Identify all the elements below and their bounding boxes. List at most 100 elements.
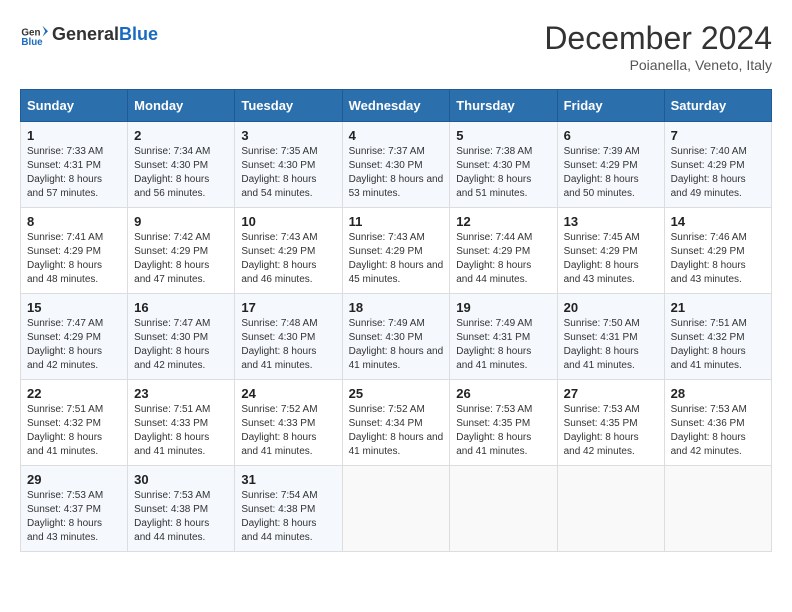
calendar-cell: 19 Sunrise: 7:49 AM Sunset: 4:31 PM Dayl…	[450, 294, 557, 380]
day-info: Sunrise: 7:50 AM Sunset: 4:31 PM Dayligh…	[564, 317, 658, 373]
calendar-cell: 23 Sunrise: 7:51 AM Sunset: 4:33 PM Dayl…	[128, 380, 235, 466]
day-number: 9	[134, 214, 228, 229]
day-info: Sunrise: 7:43 AM Sunset: 4:29 PM Dayligh…	[241, 231, 335, 287]
calendar-cell: 12 Sunrise: 7:44 AM Sunset: 4:29 PM Dayl…	[450, 208, 557, 294]
day-number: 10	[241, 214, 335, 229]
calendar-cell: 8 Sunrise: 7:41 AM Sunset: 4:29 PM Dayli…	[21, 208, 128, 294]
day-info: Sunrise: 7:35 AM Sunset: 4:30 PM Dayligh…	[241, 145, 335, 201]
title-block: December 2024 Poianella, Veneto, Italy	[544, 20, 772, 73]
day-number: 6	[564, 128, 658, 143]
day-number: 24	[241, 386, 335, 401]
day-number: 26	[456, 386, 550, 401]
logo-icon: Gen Blue	[20, 20, 48, 48]
calendar-cell: 11 Sunrise: 7:43 AM Sunset: 4:29 PM Dayl…	[342, 208, 450, 294]
day-number: 4	[349, 128, 444, 143]
day-info: Sunrise: 7:47 AM Sunset: 4:30 PM Dayligh…	[134, 317, 228, 373]
calendar-row: 29 Sunrise: 7:53 AM Sunset: 4:37 PM Dayl…	[21, 466, 772, 552]
header-monday: Monday	[128, 90, 235, 122]
day-info: Sunrise: 7:46 AM Sunset: 4:29 PM Dayligh…	[671, 231, 765, 287]
calendar-row: 15 Sunrise: 7:47 AM Sunset: 4:29 PM Dayl…	[21, 294, 772, 380]
calendar-cell: 5 Sunrise: 7:38 AM Sunset: 4:30 PM Dayli…	[450, 122, 557, 208]
day-info: Sunrise: 7:49 AM Sunset: 4:31 PM Dayligh…	[456, 317, 550, 373]
header-tuesday: Tuesday	[235, 90, 342, 122]
day-info: Sunrise: 7:38 AM Sunset: 4:30 PM Dayligh…	[456, 145, 550, 201]
calendar-cell: 24 Sunrise: 7:52 AM Sunset: 4:33 PM Dayl…	[235, 380, 342, 466]
day-number: 22	[27, 386, 121, 401]
day-info: Sunrise: 7:51 AM Sunset: 4:33 PM Dayligh…	[134, 403, 228, 459]
calendar-cell: 28 Sunrise: 7:53 AM Sunset: 4:36 PM Dayl…	[664, 380, 771, 466]
day-info: Sunrise: 7:37 AM Sunset: 4:30 PM Dayligh…	[349, 145, 444, 201]
day-number: 18	[349, 300, 444, 315]
day-info: Sunrise: 7:45 AM Sunset: 4:29 PM Dayligh…	[564, 231, 658, 287]
day-number: 7	[671, 128, 765, 143]
day-info: Sunrise: 7:43 AM Sunset: 4:29 PM Dayligh…	[349, 231, 444, 287]
calendar-cell: 13 Sunrise: 7:45 AM Sunset: 4:29 PM Dayl…	[557, 208, 664, 294]
calendar-cell: 30 Sunrise: 7:53 AM Sunset: 4:38 PM Dayl…	[128, 466, 235, 552]
weekday-header-row: Sunday Monday Tuesday Wednesday Thursday…	[21, 90, 772, 122]
day-info: Sunrise: 7:52 AM Sunset: 4:33 PM Dayligh…	[241, 403, 335, 459]
day-info: Sunrise: 7:52 AM Sunset: 4:34 PM Dayligh…	[349, 403, 444, 459]
header-saturday: Saturday	[664, 90, 771, 122]
month-title: December 2024	[544, 20, 772, 57]
day-number: 2	[134, 128, 228, 143]
header-friday: Friday	[557, 90, 664, 122]
day-number: 8	[27, 214, 121, 229]
calendar-cell: 6 Sunrise: 7:39 AM Sunset: 4:29 PM Dayli…	[557, 122, 664, 208]
day-number: 28	[671, 386, 765, 401]
calendar-cell: 20 Sunrise: 7:50 AM Sunset: 4:31 PM Dayl…	[557, 294, 664, 380]
day-number: 17	[241, 300, 335, 315]
day-number: 5	[456, 128, 550, 143]
day-number: 14	[671, 214, 765, 229]
day-info: Sunrise: 7:53 AM Sunset: 4:35 PM Dayligh…	[564, 403, 658, 459]
day-number: 23	[134, 386, 228, 401]
calendar-cell: 17 Sunrise: 7:48 AM Sunset: 4:30 PM Dayl…	[235, 294, 342, 380]
calendar-cell: 4 Sunrise: 7:37 AM Sunset: 4:30 PM Dayli…	[342, 122, 450, 208]
day-number: 12	[456, 214, 550, 229]
day-info: Sunrise: 7:47 AM Sunset: 4:29 PM Dayligh…	[27, 317, 121, 373]
day-info: Sunrise: 7:41 AM Sunset: 4:29 PM Dayligh…	[27, 231, 121, 287]
day-number: 3	[241, 128, 335, 143]
calendar-cell: 9 Sunrise: 7:42 AM Sunset: 4:29 PM Dayli…	[128, 208, 235, 294]
day-number: 29	[27, 472, 121, 487]
day-info: Sunrise: 7:53 AM Sunset: 4:35 PM Dayligh…	[456, 403, 550, 459]
calendar-cell: 7 Sunrise: 7:40 AM Sunset: 4:29 PM Dayli…	[664, 122, 771, 208]
day-info: Sunrise: 7:51 AM Sunset: 4:32 PM Dayligh…	[27, 403, 121, 459]
calendar-cell	[450, 466, 557, 552]
day-number: 21	[671, 300, 765, 315]
header-thursday: Thursday	[450, 90, 557, 122]
day-number: 15	[27, 300, 121, 315]
day-info: Sunrise: 7:34 AM Sunset: 4:30 PM Dayligh…	[134, 145, 228, 201]
day-info: Sunrise: 7:40 AM Sunset: 4:29 PM Dayligh…	[671, 145, 765, 201]
day-info: Sunrise: 7:33 AM Sunset: 4:31 PM Dayligh…	[27, 145, 121, 201]
calendar-cell: 22 Sunrise: 7:51 AM Sunset: 4:32 PM Dayl…	[21, 380, 128, 466]
day-info: Sunrise: 7:54 AM Sunset: 4:38 PM Dayligh…	[241, 489, 335, 545]
day-number: 30	[134, 472, 228, 487]
logo-general: General	[52, 24, 119, 44]
calendar-cell: 2 Sunrise: 7:34 AM Sunset: 4:30 PM Dayli…	[128, 122, 235, 208]
calendar-cell: 27 Sunrise: 7:53 AM Sunset: 4:35 PM Dayl…	[557, 380, 664, 466]
calendar-cell	[664, 466, 771, 552]
calendar-cell: 26 Sunrise: 7:53 AM Sunset: 4:35 PM Dayl…	[450, 380, 557, 466]
page-header: Gen Blue GeneralBlue December 2024 Poian…	[20, 20, 772, 73]
header-wednesday: Wednesday	[342, 90, 450, 122]
day-number: 11	[349, 214, 444, 229]
logo: Gen Blue GeneralBlue	[20, 20, 158, 48]
calendar-cell: 31 Sunrise: 7:54 AM Sunset: 4:38 PM Dayl…	[235, 466, 342, 552]
calendar-cell: 25 Sunrise: 7:52 AM Sunset: 4:34 PM Dayl…	[342, 380, 450, 466]
calendar-cell: 15 Sunrise: 7:47 AM Sunset: 4:29 PM Dayl…	[21, 294, 128, 380]
day-number: 1	[27, 128, 121, 143]
calendar-cell	[557, 466, 664, 552]
svg-text:Blue: Blue	[21, 37, 43, 48]
day-number: 31	[241, 472, 335, 487]
calendar-cell: 16 Sunrise: 7:47 AM Sunset: 4:30 PM Dayl…	[128, 294, 235, 380]
day-number: 27	[564, 386, 658, 401]
day-number: 25	[349, 386, 444, 401]
logo-text-block: GeneralBlue	[52, 24, 158, 45]
calendar-cell: 29 Sunrise: 7:53 AM Sunset: 4:37 PM Dayl…	[21, 466, 128, 552]
logo-blue: Blue	[119, 24, 158, 44]
calendar-cell: 10 Sunrise: 7:43 AM Sunset: 4:29 PM Dayl…	[235, 208, 342, 294]
calendar-cell: 3 Sunrise: 7:35 AM Sunset: 4:30 PM Dayli…	[235, 122, 342, 208]
day-info: Sunrise: 7:53 AM Sunset: 4:36 PM Dayligh…	[671, 403, 765, 459]
location-subtitle: Poianella, Veneto, Italy	[544, 57, 772, 73]
day-number: 19	[456, 300, 550, 315]
